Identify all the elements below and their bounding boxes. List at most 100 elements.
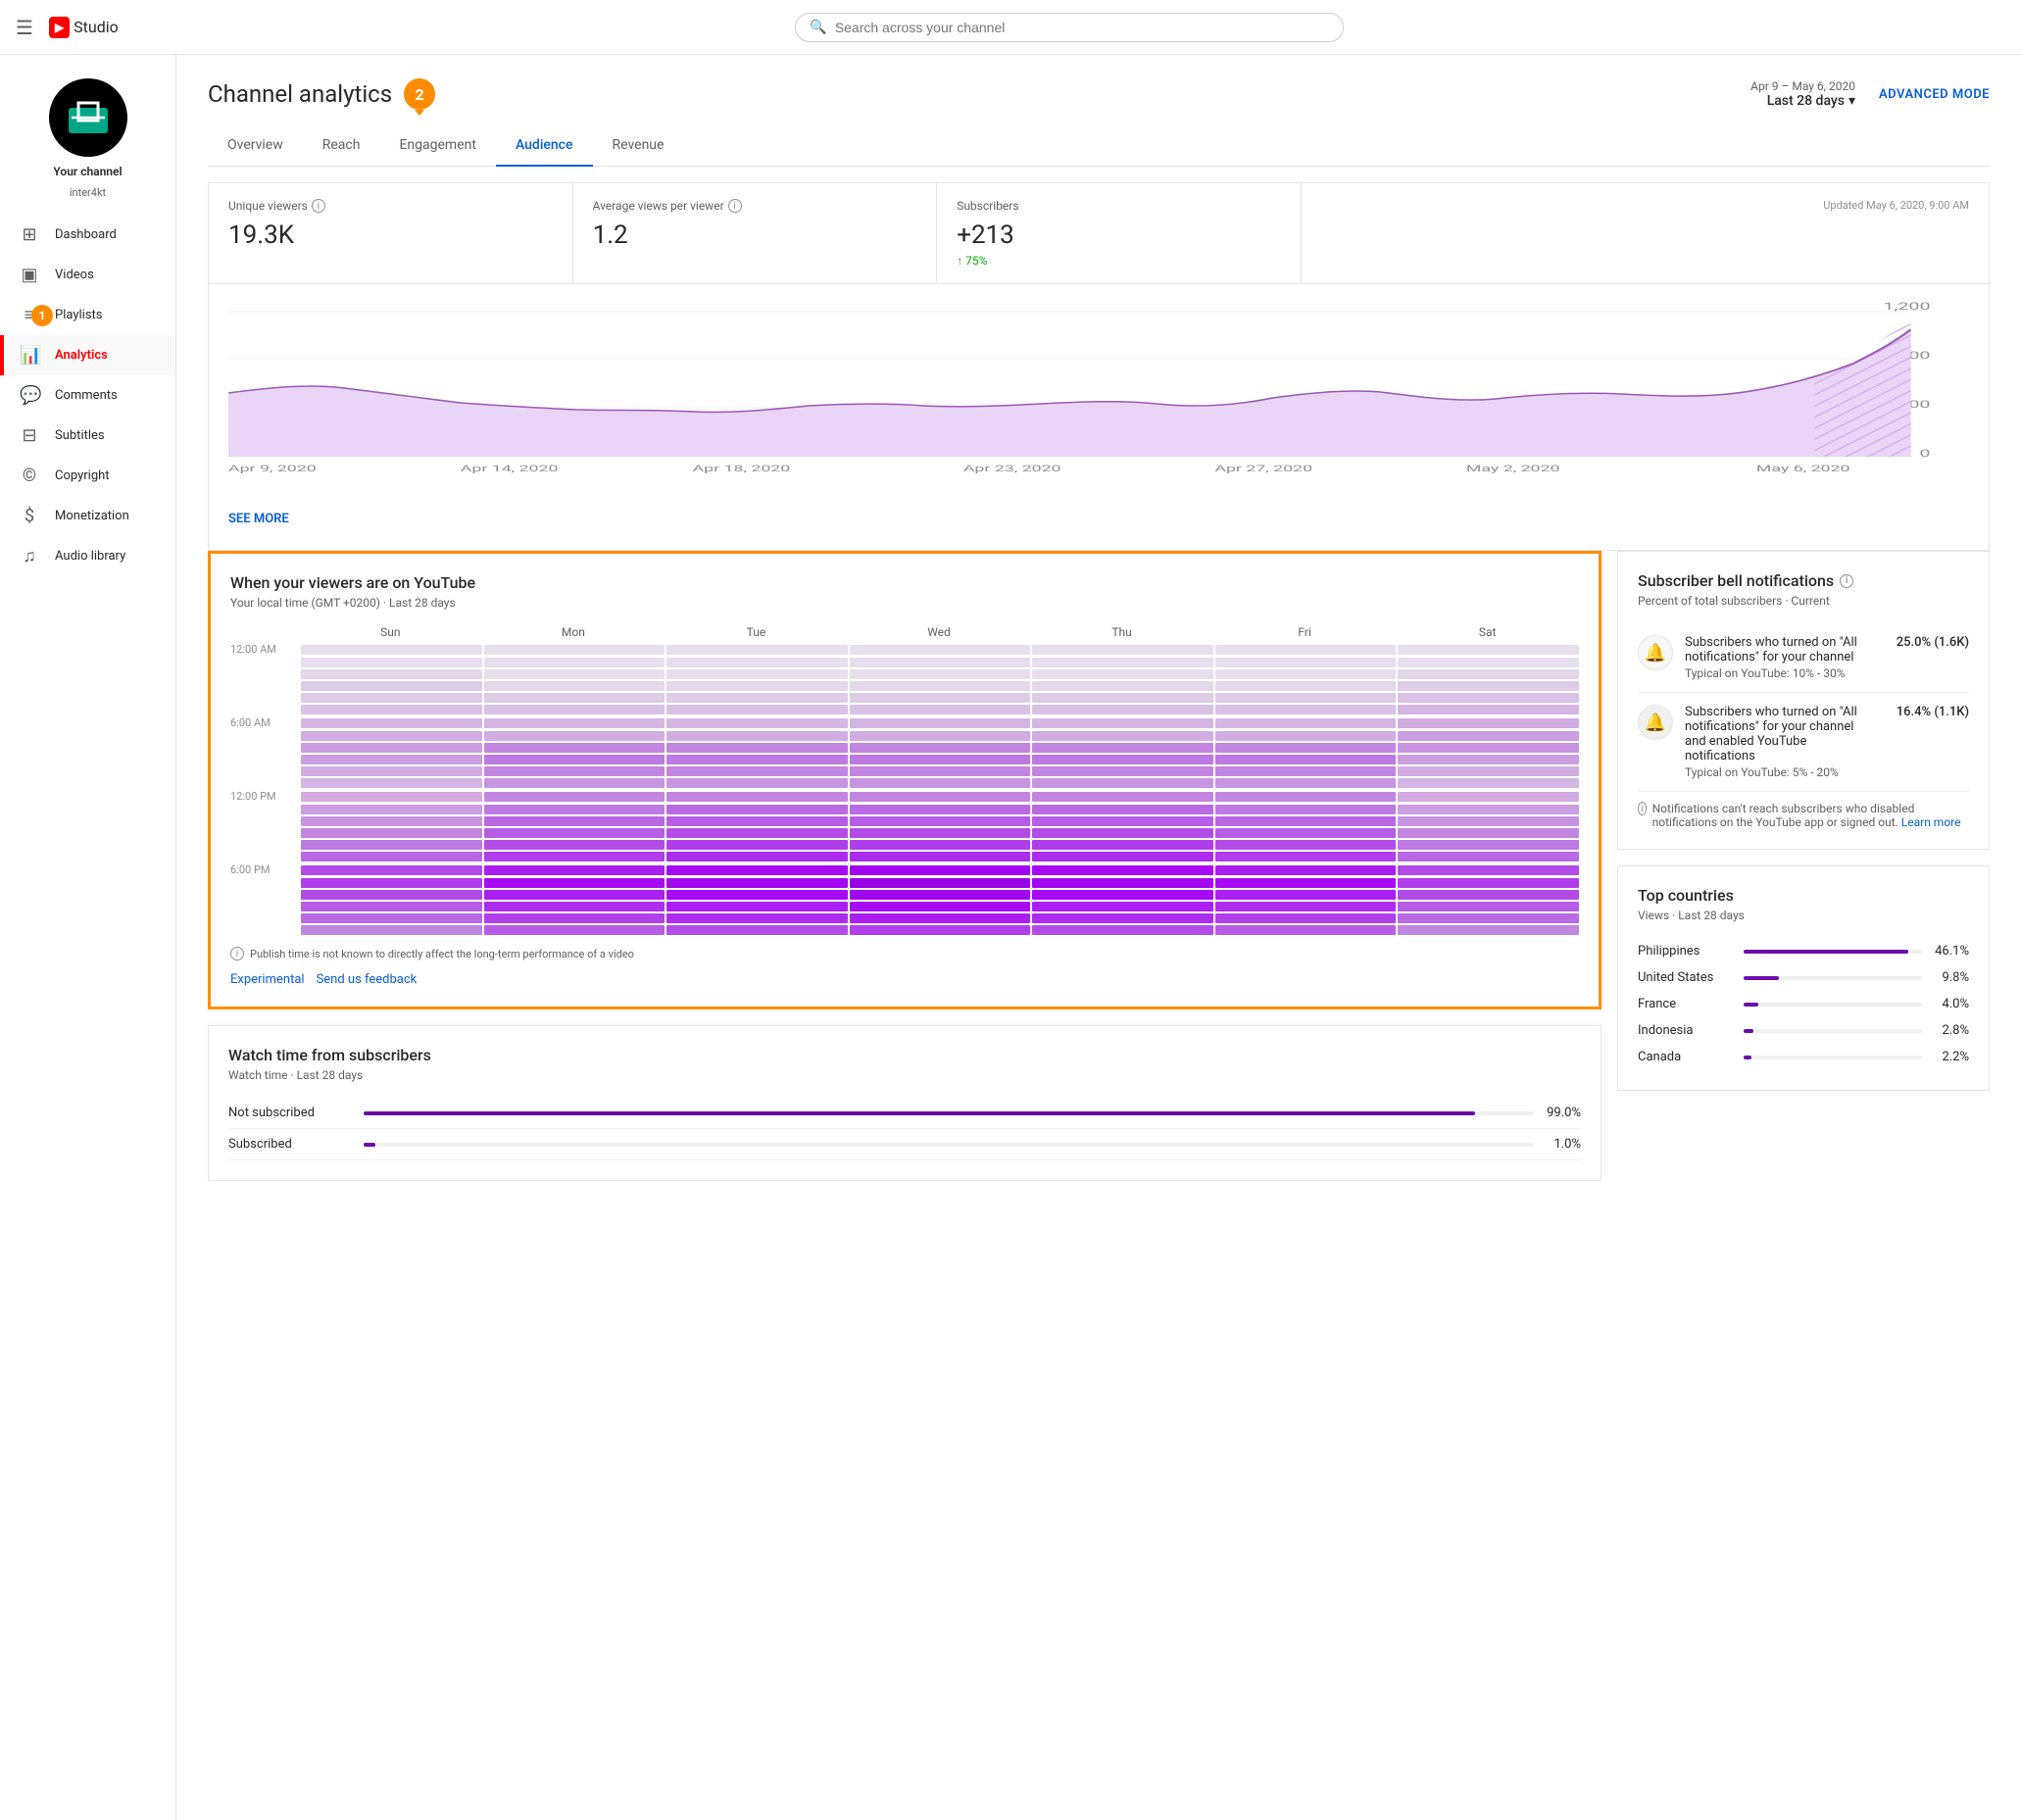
heatmap-row — [230, 658, 1579, 667]
heatmap-cell — [301, 816, 482, 826]
heatmap-cell — [666, 878, 848, 888]
heatmap-cell — [1215, 816, 1397, 826]
avatar-icon — [64, 93, 113, 142]
country-row: Indonesia2.8% — [1638, 1017, 1969, 1044]
tab-revenue[interactable]: Revenue — [593, 125, 684, 167]
bell-enabled-icon: 🔔 — [1638, 705, 1673, 740]
heatmap-cell — [1398, 865, 1579, 875]
tab-overview[interactable]: Overview — [208, 125, 303, 167]
search-input[interactable] — [835, 20, 1330, 35]
heatmap-cell — [1215, 766, 1397, 776]
sidebar-item-subtitles[interactable]: ⊟ Subtitles — [0, 416, 175, 456]
watch-label: Subscribed — [228, 1137, 356, 1152]
heatmap-row — [230, 816, 1579, 826]
analytics-tabs: Overview Reach Engagement Audience Reven… — [208, 125, 1990, 167]
tab-reach[interactable]: Reach — [303, 125, 380, 167]
heatmap-cell — [1032, 828, 1213, 838]
heatmap-cell — [666, 681, 848, 691]
heatmap-cell — [484, 865, 665, 875]
heatmap-cell — [850, 681, 1031, 691]
see-more-button[interactable]: SEE MORE — [228, 512, 289, 526]
feedback-link[interactable]: Send us feedback — [317, 972, 418, 987]
heatmap-cell — [1398, 805, 1579, 814]
country-name: Canada — [1638, 1050, 1736, 1064]
heatmap-cell — [1398, 681, 1579, 691]
date-range-selector[interactable]: Apr 9 – May 6, 2020 Last 28 days ▾ — [1750, 79, 1855, 109]
day-wed: Wed — [848, 625, 1031, 639]
heatmap-cell — [666, 890, 848, 900]
sidebar-item-videos[interactable]: ▣ Videos — [0, 255, 175, 295]
heatmap-row: 12:00 PM — [230, 790, 1579, 803]
heatmap-cell — [1032, 731, 1213, 741]
comments-icon: 💬 — [20, 385, 39, 406]
heatmap-cell — [484, 718, 665, 728]
svg-text:1,200: 1,200 — [1883, 300, 1930, 312]
heatmap-row — [230, 828, 1579, 838]
heatmap-cell — [666, 913, 848, 923]
heatmap-cell — [850, 925, 1031, 935]
heatmap-cell — [301, 743, 482, 753]
heatmap-cell — [1398, 902, 1579, 911]
sidebar-item-label: Copyright — [55, 468, 110, 483]
sidebar-item-label: Videos — [55, 268, 94, 282]
heatmap-cell — [484, 913, 665, 923]
menu-button[interactable]: ☰ — [16, 16, 33, 39]
advanced-mode-button[interactable]: ADVANCED MODE — [1879, 87, 1990, 102]
videos-icon: ▣ — [20, 265, 39, 285]
heatmap-row — [230, 852, 1579, 861]
svg-text:Apr 27, 2020: Apr 27, 2020 — [1214, 464, 1312, 473]
search-bar[interactable]: 🔍 — [795, 13, 1344, 42]
monetization-icon: $ — [20, 506, 39, 526]
heatmap-cell — [1398, 816, 1579, 826]
watch-bar — [364, 1111, 1475, 1115]
heatmap-cell — [1215, 792, 1397, 802]
sidebar-item-monetization[interactable]: $ Monetization — [0, 496, 175, 536]
heatmap-cell — [484, 840, 665, 850]
sidebar-item-playlists[interactable]: ≡ Playlists 1 — [0, 295, 175, 335]
heatmap-cell — [301, 852, 482, 861]
top-countries-subtitle: Views · Last 28 days — [1638, 909, 1969, 922]
heatmap-cell — [484, 669, 665, 679]
heatmap-cell — [1398, 669, 1579, 679]
dashboard-icon: ⊞ — [20, 224, 39, 245]
heatmap-cell — [1398, 925, 1579, 935]
tab-engagement[interactable]: Engagement — [379, 125, 495, 167]
heatmap-cell — [850, 805, 1031, 814]
heatmap-cell — [1215, 778, 1397, 788]
day-thu: Thu — [1030, 625, 1213, 639]
country-name: Indonesia — [1638, 1023, 1736, 1038]
heatmap-cell — [850, 669, 1031, 679]
tab-audience[interactable]: Audience — [496, 125, 593, 167]
svg-text:0: 0 — [1919, 447, 1930, 459]
heatmap-cell — [1032, 766, 1213, 776]
notification-pin: 2 — [404, 78, 435, 110]
sidebar-item-dashboard[interactable]: ⊞ Dashboard — [0, 215, 175, 255]
heatmap-cell — [1032, 658, 1213, 667]
sidebar-item-copyright[interactable]: © Copyright — [0, 456, 175, 496]
heatmap-cell — [666, 865, 848, 875]
sidebar: Your channel inter4kt ⊞ Dashboard ▣ Vide… — [0, 55, 176, 1820]
learn-more-link[interactable]: Learn more — [1901, 815, 1961, 829]
left-panel: When your viewers are on YouTube Your lo… — [208, 551, 1602, 1181]
heatmap-cell — [1398, 792, 1579, 802]
logo[interactable]: ▶ Studio — [49, 17, 119, 38]
heatmap-cell — [1398, 731, 1579, 741]
svg-text:May 2, 2020: May 2, 2020 — [1466, 464, 1560, 473]
sidebar-item-audio[interactable]: ♫ Audio library — [0, 536, 175, 576]
bell-row-all-notifications: 🔔 Subscribers who turned on "All notific… — [1638, 623, 1969, 693]
heatmap-cell — [1215, 913, 1397, 923]
heatmap-cell — [850, 902, 1031, 911]
sidebar-item-analytics[interactable]: 📊 Analytics — [0, 335, 175, 375]
card-actions: Experimental Send us feedback — [230, 972, 1579, 987]
heatmap-cell — [484, 902, 665, 911]
experimental-link[interactable]: Experimental — [230, 972, 305, 987]
title-row: Channel analytics 2 — [208, 78, 435, 110]
heatmap-cell — [301, 902, 482, 911]
heatmap-cell — [1215, 805, 1397, 814]
svg-text:Apr 23, 2020: Apr 23, 2020 — [963, 464, 1061, 473]
country-pct: 9.8% — [1930, 970, 1969, 985]
heatmap-cell — [1215, 902, 1397, 911]
heatmap-row — [230, 669, 1579, 679]
heatmap-cell — [301, 805, 482, 814]
sidebar-item-comments[interactable]: 💬 Comments — [0, 375, 175, 416]
